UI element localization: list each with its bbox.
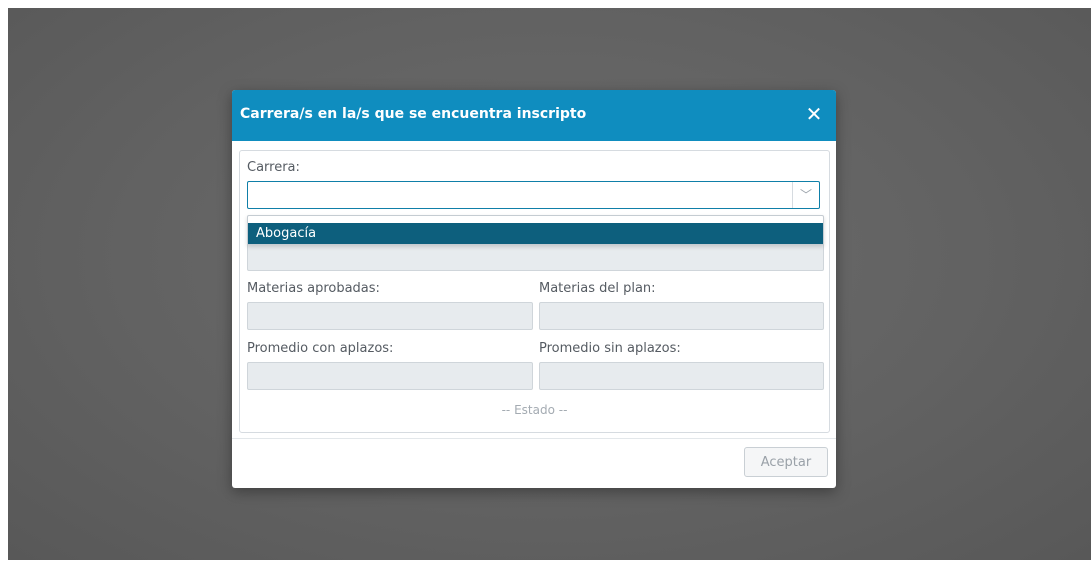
materias-plan-field — [539, 302, 824, 330]
form-panel: Carrera: ﹀ Materias aprobadas: Materias … — [239, 150, 830, 433]
promedio-con-aplazos-field — [247, 362, 533, 390]
promedio-sin-aplazos-field — [539, 362, 824, 390]
carrera-label: Carrera: — [247, 160, 300, 175]
modal-title: Carrera/s en la/s que se encuentra inscr… — [240, 106, 587, 122]
estado-text: -- Estado -- — [501, 403, 568, 417]
promedio-sin-aplazos-label: Promedio sin aplazos: — [539, 341, 681, 356]
carrera-detail-field — [247, 243, 824, 271]
footer-divider — [232, 438, 836, 439]
carrera-modal: Carrera/s en la/s que se encuentra inscr… — [232, 90, 836, 488]
promedio-con-aplazos-label: Promedio con aplazos: — [247, 341, 394, 356]
close-icon[interactable]: ✕ — [804, 102, 824, 126]
chevron-down-icon[interactable]: ﹀ — [792, 182, 819, 208]
materias-aprobadas-label: Materias aprobadas: — [247, 281, 380, 296]
dropdown-option-abogacia[interactable]: Abogacía — [248, 223, 823, 244]
accept-button[interactable]: Aceptar — [744, 447, 828, 477]
modal-header: Carrera/s en la/s que se encuentra inscr… — [232, 90, 836, 141]
materias-plan-label: Materias del plan: — [539, 281, 656, 296]
materias-aprobadas-field — [247, 302, 533, 330]
carrera-dropdown-list: Abogacía — [247, 215, 824, 245]
carrera-select[interactable]: ﹀ — [247, 181, 820, 209]
